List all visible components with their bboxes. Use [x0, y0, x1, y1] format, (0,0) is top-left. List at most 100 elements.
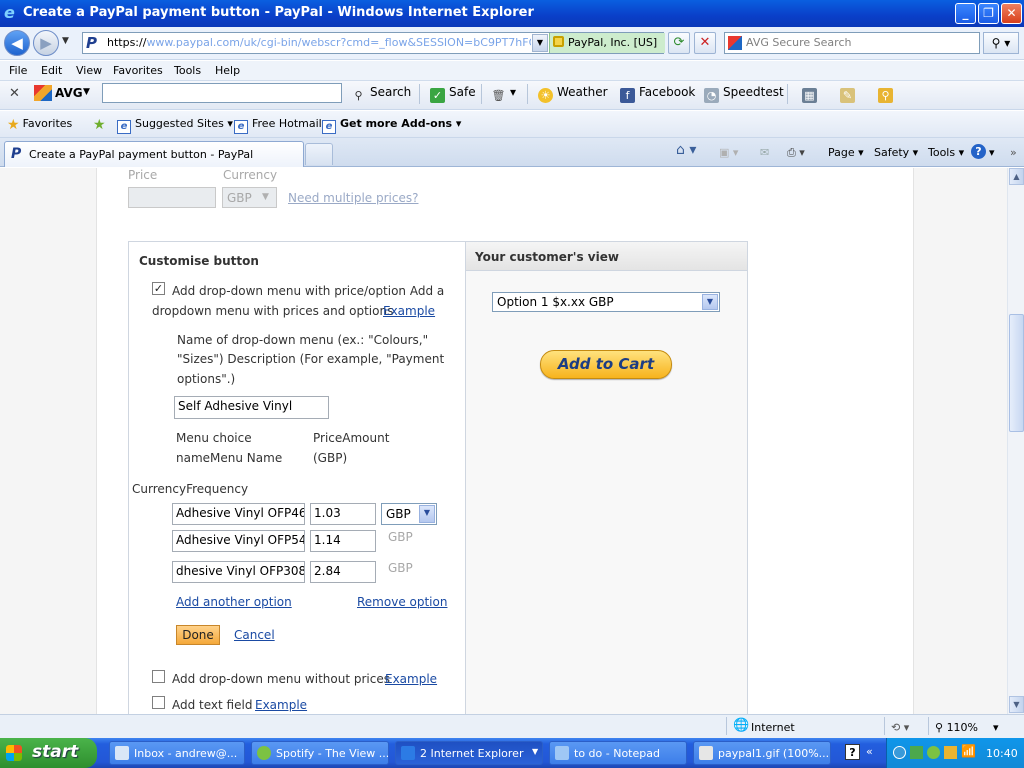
- protected-mode-icon[interactable]: ⟲ ▾: [891, 721, 909, 734]
- tools-menu[interactable]: Tools ▾: [928, 146, 964, 159]
- menu-tools[interactable]: Tools: [174, 64, 201, 77]
- cancel-link[interactable]: Cancel: [234, 628, 275, 642]
- currency-select[interactable]: GBP ▼: [222, 187, 277, 208]
- menu-bar: File Edit View Favorites Tools Help: [0, 61, 1024, 81]
- option-currency-select[interactable]: GBP ▼: [381, 503, 437, 525]
- option-name-input[interactable]: Adhesive Vinyl OFP46: [172, 503, 305, 525]
- security-certificate[interactable]: PayPal, Inc. [US]: [549, 33, 665, 53]
- avg-search-icon: [728, 36, 742, 50]
- add-favorite-button[interactable]: ★: [93, 117, 109, 133]
- url-text[interactable]: https://www.paypal.com/uk/cgi-bin/webscr…: [107, 36, 531, 49]
- refresh-button[interactable]: ⟳: [668, 32, 690, 54]
- search-page-button[interactable]: ⚲: [878, 85, 897, 103]
- menu-view[interactable]: View: [76, 64, 102, 77]
- example-link[interactable]: Example: [383, 304, 435, 318]
- text-field-checkbox[interactable]: [152, 696, 165, 709]
- tray-download-icon[interactable]: [910, 746, 923, 759]
- task-inbox[interactable]: Inbox - andrew@...: [109, 741, 245, 765]
- calculator-button[interactable]: ▦: [802, 85, 821, 103]
- speedtest-button[interactable]: ◔ Speedtest: [704, 85, 784, 103]
- url-dropdown-icon[interactable]: ▼: [532, 34, 548, 52]
- avg-search-input[interactable]: [102, 83, 342, 103]
- tray-volume-icon[interactable]: [944, 746, 957, 759]
- chevron-down-icon: ▼: [702, 294, 718, 310]
- notepad-button[interactable]: ✎: [840, 85, 859, 103]
- option-name-input[interactable]: dhesive Vinyl OFP308: [172, 561, 305, 583]
- menu-file[interactable]: File: [9, 64, 27, 77]
- close-button[interactable]: ✕: [1001, 3, 1022, 24]
- tray-spotify-icon[interactable]: [927, 746, 940, 759]
- get-addons-link[interactable]: e Get more Add-ons ▾: [322, 117, 461, 134]
- option-price-input[interactable]: 1.14: [310, 530, 376, 552]
- preview-option-select[interactable]: Option 1 $x.xx GBP ▼: [492, 292, 720, 312]
- avg-safe-button[interactable]: ✓ Safe: [430, 85, 476, 103]
- page-search-icon: ⚲: [878, 88, 893, 103]
- tray-app-icon[interactable]: [893, 746, 906, 759]
- new-tab-button[interactable]: [305, 143, 333, 165]
- scroll-thumb[interactable]: [1009, 314, 1024, 432]
- help-icon[interactable]: ?: [971, 144, 986, 159]
- search-button[interactable]: ⚲ ▾: [983, 32, 1019, 54]
- address-bar[interactable]: P https://www.paypal.com/uk/cgi-bin/webs…: [82, 32, 665, 54]
- favorites-button[interactable]: ★ Favorites: [7, 117, 72, 133]
- need-multiple-prices-link[interactable]: Need multiple prices?: [288, 191, 418, 205]
- more-commands-icon[interactable]: »: [1010, 146, 1017, 159]
- tab-paypal[interactable]: P Create a PayPal payment button - PayPa…: [4, 141, 304, 167]
- start-button[interactable]: start: [0, 738, 97, 768]
- free-hotmail-link[interactable]: e Free Hotmail: [234, 117, 322, 134]
- add-another-option-link[interactable]: Add another option: [176, 595, 292, 609]
- example-link[interactable]: Example: [255, 698, 307, 712]
- customise-button-panel: Customise button ✓ Add drop-down menu wi…: [128, 241, 466, 714]
- recent-pages-dropdown-icon[interactable]: ▼: [62, 36, 69, 46]
- add-to-cart-button[interactable]: Add to Cart: [540, 350, 672, 379]
- vertical-scrollbar[interactable]: ▲ ▼: [1007, 168, 1024, 714]
- windows-logo-icon: [6, 745, 22, 761]
- stop-button[interactable]: ✕: [694, 32, 716, 54]
- mail-icon[interactable]: ✉: [760, 146, 769, 159]
- home-icon[interactable]: ⌂ ▾: [676, 142, 696, 158]
- tray-expand-icon[interactable]: «: [866, 745, 873, 758]
- task-internet-explorer[interactable]: 2 Internet Explorer ▼: [395, 741, 543, 765]
- task-spotify[interactable]: Spotify - The View ...: [251, 741, 389, 765]
- safety-menu[interactable]: Safety ▾: [874, 146, 918, 159]
- minimize-button[interactable]: _: [955, 3, 976, 24]
- avg-brand[interactable]: AVG: [55, 86, 83, 100]
- menu-edit[interactable]: Edit: [41, 64, 62, 77]
- avg-search-button[interactable]: ⚲ Search: [351, 85, 411, 103]
- tray-network-icon[interactable]: 📶: [961, 744, 976, 758]
- forward-button[interactable]: ▶: [33, 30, 59, 56]
- feeds-icon[interactable]: ▣ ▾: [719, 146, 738, 159]
- weather-button[interactable]: ☀ Weather: [538, 85, 608, 103]
- trash-button[interactable]: 🗑 ▾: [491, 85, 517, 103]
- help-dropdown-icon[interactable]: ▾: [989, 146, 995, 159]
- toolbar-close-icon[interactable]: ✕: [9, 86, 20, 101]
- remove-option-link[interactable]: Remove option: [357, 595, 447, 609]
- dropdown-with-price-checkbox[interactable]: ✓: [152, 282, 165, 295]
- page-menu[interactable]: Page ▾: [828, 146, 864, 159]
- help-tray-icon[interactable]: ?: [845, 744, 860, 760]
- menu-favorites[interactable]: Favorites: [113, 64, 163, 77]
- price-input[interactable]: [128, 187, 216, 208]
- zoom-level[interactable]: ⚲ 110%: [935, 721, 978, 734]
- option-price-input[interactable]: 1.03: [310, 503, 376, 525]
- weather-sun-icon: ☀: [538, 88, 553, 103]
- scroll-up-icon[interactable]: ▲: [1009, 168, 1024, 185]
- dropdown-without-price-checkbox[interactable]: [152, 670, 165, 683]
- print-icon[interactable]: ⎙ ▾: [787, 146, 805, 160]
- menu-help[interactable]: Help: [215, 64, 240, 77]
- search-input[interactable]: AVG Secure Search: [724, 32, 980, 54]
- restore-button[interactable]: ❐: [978, 3, 999, 24]
- option-name-input[interactable]: Adhesive Vinyl OFP54: [172, 530, 305, 552]
- done-button[interactable]: Done: [176, 625, 220, 645]
- zoom-dropdown-icon[interactable]: ▾: [993, 721, 999, 734]
- facebook-button[interactable]: f Facebook: [620, 85, 695, 103]
- back-button[interactable]: ◀: [4, 30, 30, 56]
- suggested-sites-link[interactable]: e Suggested Sites ▾: [117, 117, 233, 134]
- task-notepad[interactable]: to do - Notepad: [549, 741, 687, 765]
- example-link[interactable]: Example: [385, 672, 437, 686]
- menu-name-input[interactable]: Self Adhesive Vinyl: [174, 396, 329, 419]
- avg-dropdown-icon[interactable]: ▼: [83, 87, 90, 97]
- task-paypal-gif[interactable]: paypal1.gif (100%...: [693, 741, 831, 765]
- option-price-input[interactable]: 2.84: [310, 561, 376, 583]
- scroll-down-icon[interactable]: ▼: [1009, 696, 1024, 713]
